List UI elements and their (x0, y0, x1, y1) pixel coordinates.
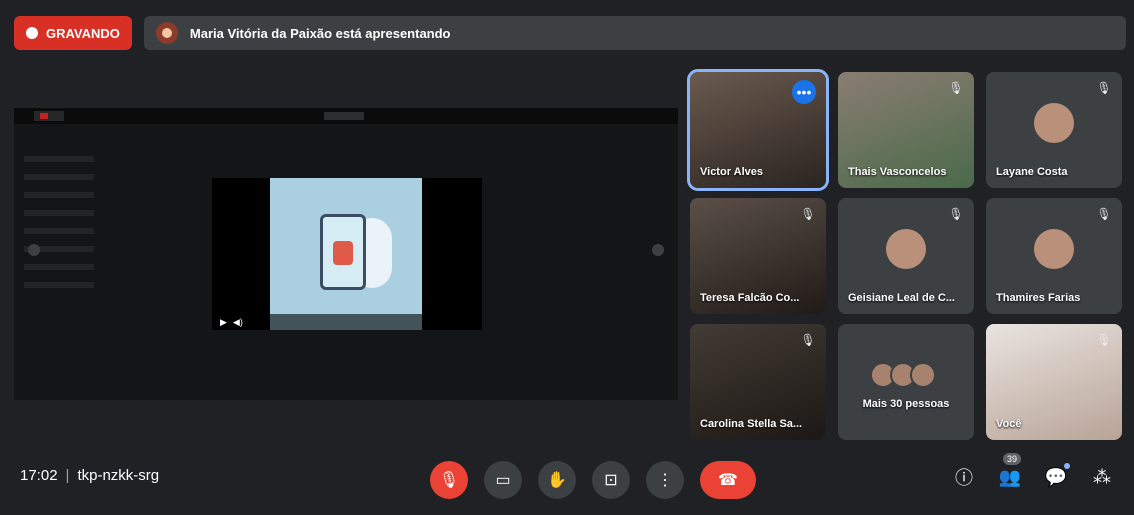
raise-hand-icon: ✋ (547, 472, 567, 489)
recording-dot-icon (26, 27, 38, 39)
activities-button[interactable]: ⁂ (1090, 465, 1114, 489)
people-icon: 👥 (998, 466, 1022, 487)
next-slide-icon (652, 244, 664, 256)
bottom-bar: 17:02 | tkp-nzkk-srg 🎙 ▭ ✋ ⊡ ⋮ ☎ ⓘ 39 👥 💬 … (0, 443, 1134, 515)
people-count-badge: 39 (1003, 453, 1022, 465)
mic-toggle-button[interactable]: 🎙 (430, 461, 468, 499)
participant-name: Thamires Farias (996, 292, 1081, 304)
meeting-info: 17:02 | tkp-nzkk-srg (20, 467, 160, 484)
participant-grid: ••• Victor Alves 🎙 Thais Vasconcelos 🎙 L… (687, 69, 1130, 442)
info-icon: ⓘ (955, 468, 973, 488)
self-view-tile[interactable]: 🎙 Você (986, 324, 1122, 440)
participant-name: Victor Alves (700, 166, 763, 178)
avatar (886, 229, 926, 270)
raise-hand-button[interactable]: ✋ (538, 461, 576, 499)
recording-label: GRAVANDO (46, 25, 120, 41)
video-controls: ▶ ◀) (212, 314, 482, 330)
play-icon: ▶ (220, 316, 227, 327)
side-controls: ⓘ 39 👥 💬 ⁂ (952, 453, 1114, 489)
people-button[interactable]: 39 👥 (998, 453, 1022, 489)
call-controls: 🎙 ▭ ✋ ⊡ ⋮ ☎ (430, 461, 756, 499)
mic-off-icon: 🎙 (800, 207, 816, 221)
participant-name: Carolina Stella Sa... (700, 418, 803, 430)
participant-tile[interactable]: 🎙 Carolina Stella Sa... (690, 324, 826, 440)
presenter-avatar (155, 22, 178, 44)
avatar (1034, 229, 1074, 270)
app-logo-icon (40, 113, 48, 119)
participant-tile[interactable]: ••• Victor Alves (687, 69, 829, 191)
recording-badge: GRAVANDO (14, 16, 132, 50)
mic-off-icon: 🎙 (948, 207, 964, 221)
shared-screen: ▶ ◀) (14, 108, 678, 400)
participant-name: Você (996, 418, 1022, 430)
shared-sidebar (24, 144, 114, 344)
hangup-icon: ☎ (718, 472, 738, 489)
meeting-details-button[interactable]: ⓘ (952, 465, 976, 489)
activities-icon: ⁂ (1093, 466, 1111, 487)
participant-name: Geisiane Leal de C... (848, 292, 955, 304)
camera-toggle-button[interactable]: ▭ (484, 461, 522, 499)
present-button[interactable]: ⊡ (592, 461, 630, 499)
phone-illustration-icon (320, 214, 366, 290)
participant-name: Thais Vasconcelos (848, 166, 947, 178)
more-options-icon[interactable]: ••• (792, 80, 816, 104)
participant-name: Teresa Falcão Co... (700, 292, 800, 304)
chat-button[interactable]: 💬 (1044, 463, 1070, 489)
mic-off-icon: 🎙 (438, 472, 460, 489)
mic-off-icon: 🎙 (1096, 333, 1112, 347)
camera-icon: ▭ (495, 472, 511, 489)
more-options-icon: ⋮ (657, 472, 673, 489)
chat-icon: 💬 (1044, 466, 1068, 487)
participant-tile[interactable]: 🎙 Layane Costa (986, 72, 1122, 188)
participant-name: Layane Costa (996, 166, 1068, 178)
present-icon: ⊡ (604, 472, 618, 489)
avatar-stack (870, 362, 936, 389)
mic-off-icon: 🎙 (1096, 207, 1112, 221)
mic-off-icon: 🎙 (800, 333, 816, 347)
participant-tile[interactable]: 🎙 Teresa Falcão Co... (690, 198, 826, 314)
mic-off-icon: 🎙 (1096, 81, 1112, 95)
top-bar: GRAVANDO Maria Vitória da Paixão está ap… (14, 16, 1126, 50)
more-participants-label: Mais 30 pessoas (862, 398, 950, 410)
presenting-banner: Maria Vitória da Paixão está apresentand… (143, 16, 1126, 50)
meeting-code: tkp-nzkk-srg (77, 467, 160, 484)
current-time: 17:02 (20, 467, 58, 484)
leave-call-button[interactable]: ☎ (700, 461, 756, 499)
prev-slide-icon (28, 244, 40, 256)
participant-tile[interactable]: 🎙 Geisiane Leal de C... (838, 198, 974, 314)
more-participants-tile[interactable]: Mais 30 pessoas (838, 324, 974, 440)
shared-screen-toolbar (14, 108, 678, 124)
more-options-button[interactable]: ⋮ (646, 461, 684, 499)
presenting-text: Maria Vitória da Paixão está apresentand… (189, 25, 451, 41)
mic-off-icon: 🎙 (948, 81, 964, 95)
notification-dot (1064, 463, 1070, 469)
avatar (1034, 103, 1074, 144)
video-illustration (270, 178, 422, 330)
participant-tile[interactable]: 🎙 Thamires Farias (986, 198, 1122, 314)
shared-video: ▶ ◀) (212, 178, 482, 330)
participant-tile[interactable]: 🎙 Thais Vasconcelos (838, 72, 974, 188)
volume-icon: ◀) (232, 316, 243, 327)
